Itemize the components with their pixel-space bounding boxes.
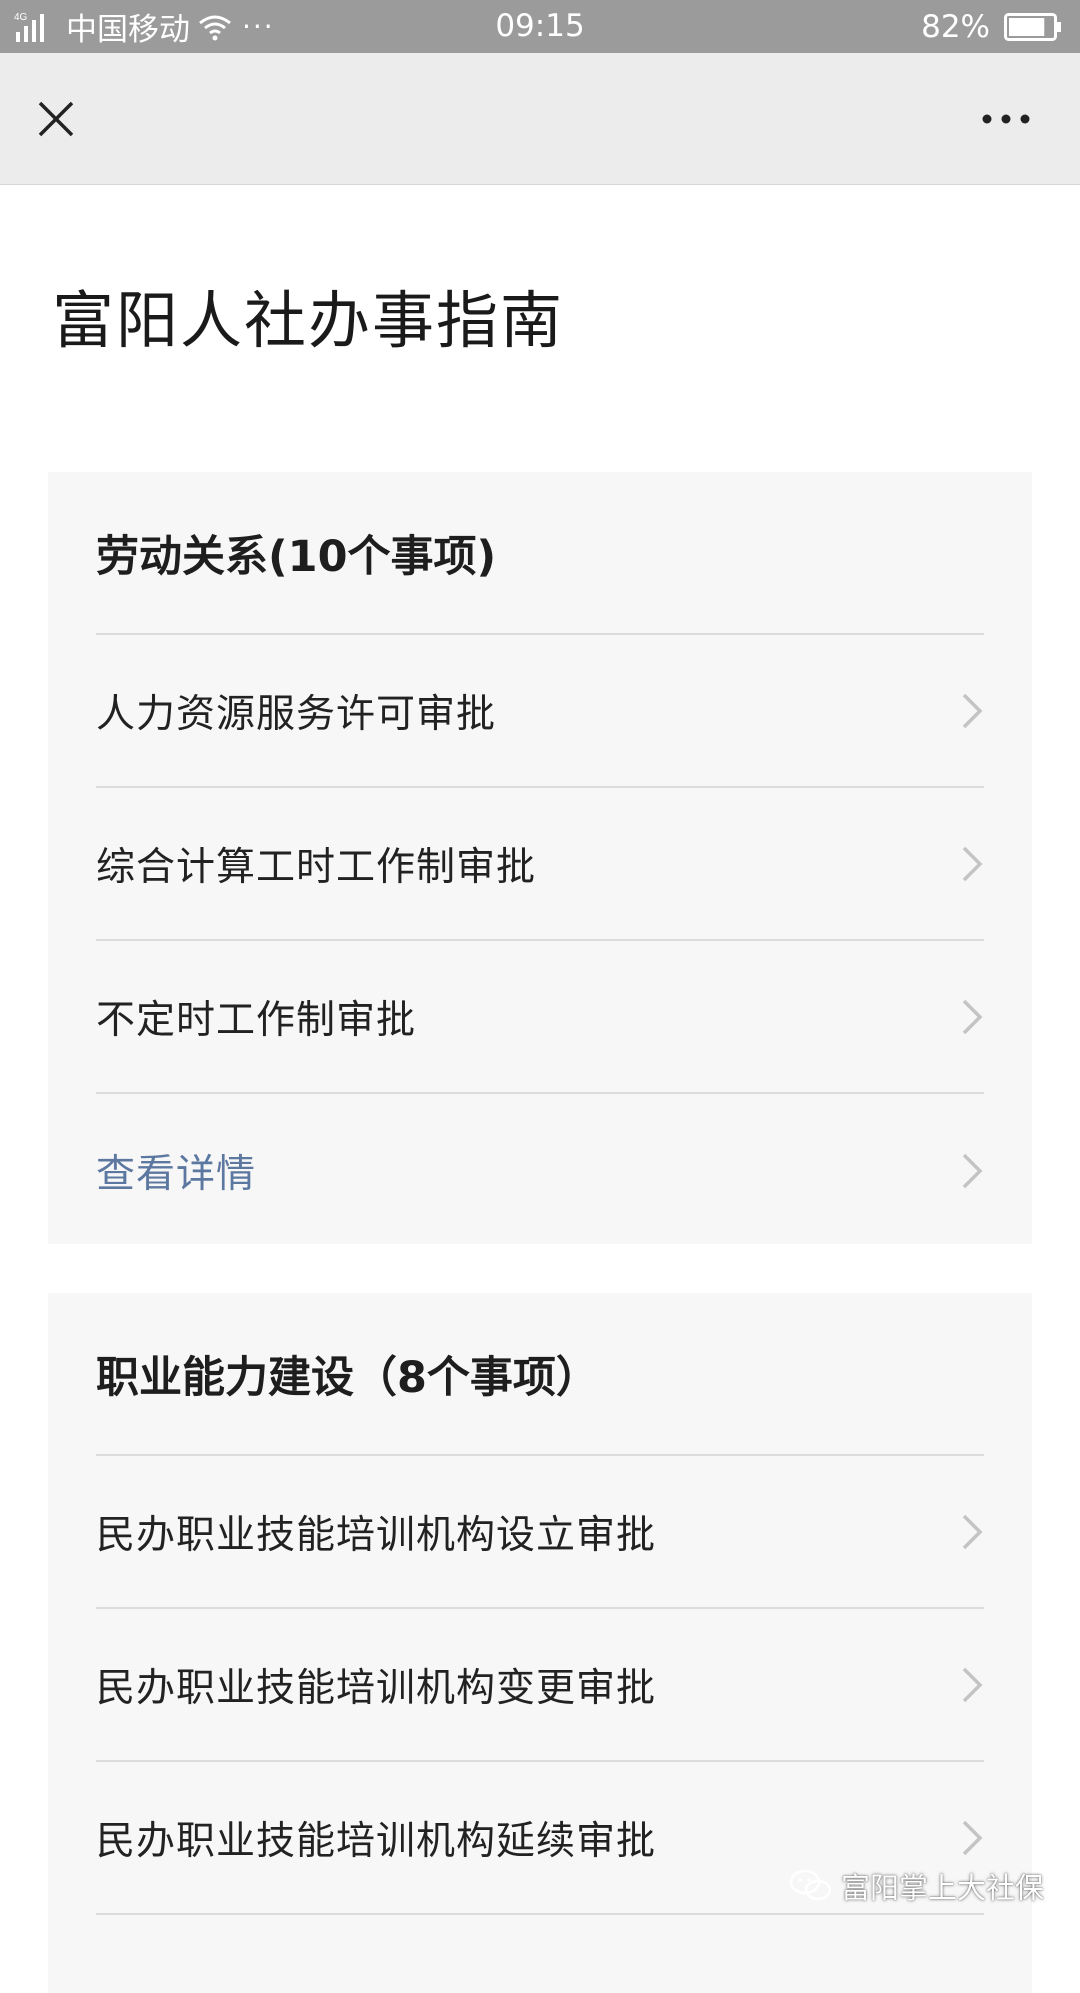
view-details-label: 查看详情 bbox=[96, 1151, 257, 1197]
view-details-link[interactable]: 查看详情 bbox=[96, 1094, 984, 1247]
watermark-text: 富阳掌上大社保 bbox=[840, 1871, 1044, 1905]
chevron-right-icon bbox=[962, 1153, 983, 1188]
chevron-right-icon bbox=[962, 846, 983, 881]
battery-fill bbox=[1009, 17, 1045, 36]
list-item[interactable]: 人力资源服务许可审批 bbox=[96, 635, 984, 788]
close-icon bbox=[38, 101, 74, 137]
list-item-label: 人力资源服务许可审批 bbox=[96, 691, 497, 737]
more-dots-icon bbox=[982, 114, 1030, 124]
section-header: 职业能力建设（8个事项） bbox=[96, 1293, 984, 1456]
section-header: 劳动关系(10个事项) bbox=[96, 472, 984, 635]
more-button[interactable] bbox=[972, 85, 1040, 153]
wechat-icon bbox=[789, 1869, 832, 1901]
chevron-right-icon bbox=[962, 1820, 983, 1855]
status-time: 09:15 bbox=[495, 8, 585, 44]
chevron-right-icon bbox=[962, 1514, 983, 1549]
list-item[interactable]: 民办职业技能培训机构变更审批 bbox=[96, 1609, 984, 1762]
chevron-right-icon bbox=[962, 693, 983, 728]
status-right: 82% bbox=[921, 0, 1062, 53]
status-bar: 4G 中国移动 ··· 09:15 82% bbox=[0, 0, 1080, 53]
list-item-label: 民办职业技能培训机构设立审批 bbox=[96, 1512, 657, 1558]
section-card-labor-relations: 劳动关系(10个事项) 人力资源服务许可审批 综合计算工时工作制审批 不定时工作… bbox=[48, 472, 1032, 1244]
list-item-label: 综合计算工时工作制审批 bbox=[96, 844, 537, 890]
battery-percentage: 82% bbox=[921, 8, 990, 45]
chevron-right-icon bbox=[962, 1667, 983, 1702]
list-item[interactable]: 综合计算工时工作制审批 bbox=[96, 788, 984, 941]
battery-icon bbox=[1004, 12, 1061, 41]
list-item-label: 民办职业技能培训机构延续审批 bbox=[96, 1818, 657, 1864]
list-item[interactable]: 不定时工作制审批 bbox=[96, 941, 984, 1094]
list-item[interactable]: 民办职业技能培训机构设立审批 bbox=[96, 1456, 984, 1609]
nav-bar bbox=[0, 53, 1080, 185]
watermark: 富阳掌上大社保 bbox=[789, 1862, 1044, 1910]
page-title: 富阳人社办事指南 bbox=[52, 284, 565, 357]
list-item-label: 不定时工作制审批 bbox=[96, 997, 417, 1043]
list-item-label: 民办职业技能培训机构变更审批 bbox=[96, 1665, 657, 1711]
chevron-right-icon bbox=[962, 999, 983, 1034]
close-button[interactable] bbox=[22, 85, 90, 153]
